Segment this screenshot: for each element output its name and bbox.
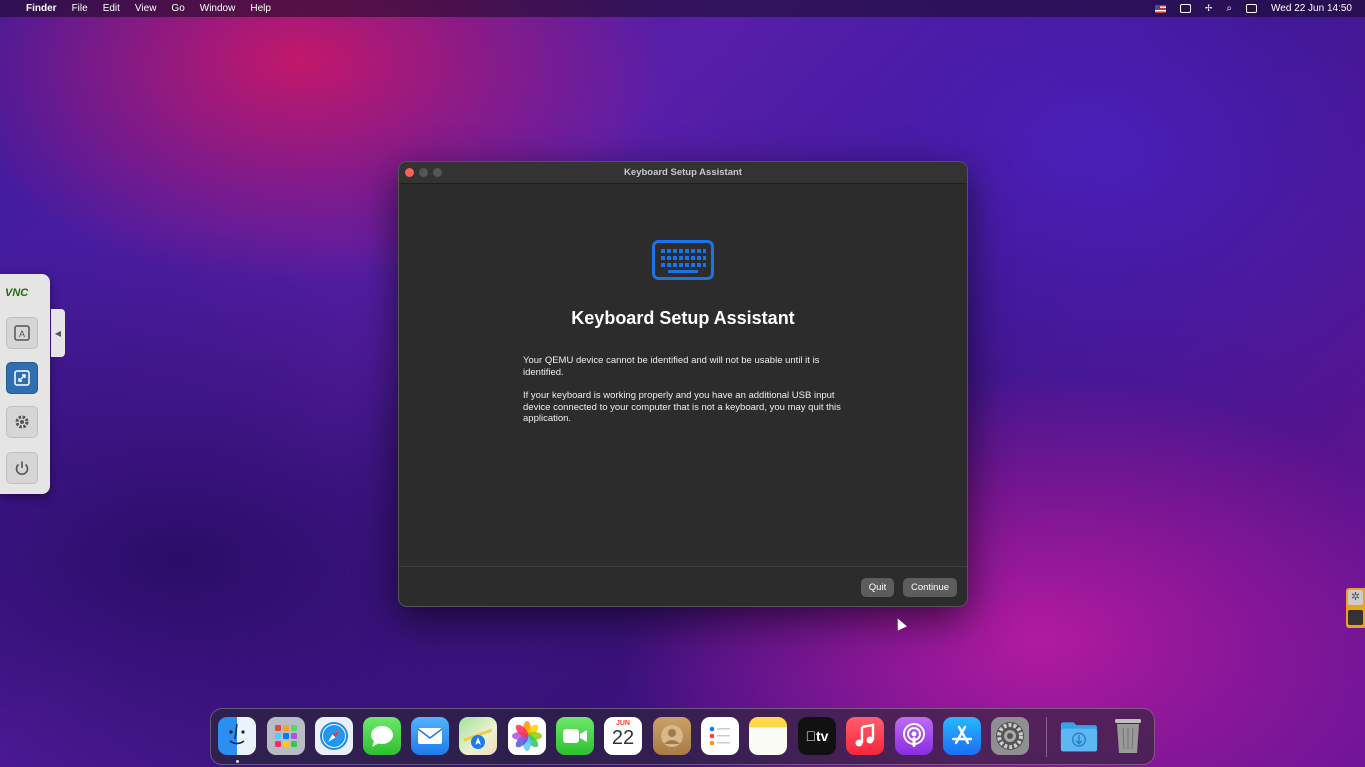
- vnc-logo: VNC: [5, 287, 28, 299]
- svg-text:A: A: [19, 329, 25, 339]
- control-center-icon[interactable]: [1246, 4, 1257, 13]
- maps-icon[interactable]: [459, 717, 497, 755]
- vnc-logo-text: VNC: [5, 287, 29, 299]
- message-paragraph-2: If your keyboard is working properly and…: [523, 390, 841, 424]
- menu-app-name[interactable]: Finder: [26, 3, 57, 14]
- menu-go[interactable]: Go: [171, 3, 184, 14]
- calendar-icon[interactable]: JUN 22: [604, 717, 642, 755]
- gear-icon[interactable]: ✲: [1348, 590, 1363, 605]
- gear-icon[interactable]: [6, 406, 38, 438]
- menu-clock[interactable]: Wed 22 Jun 14:50: [1271, 3, 1352, 14]
- calendar-month: JUN: [615, 720, 630, 727]
- vnc-side-panel: VNC A: [0, 274, 50, 494]
- menu-file[interactable]: File: [72, 3, 88, 14]
- system-preferences-icon[interactable]: [991, 717, 1029, 755]
- continue-button[interactable]: Continue: [903, 578, 957, 597]
- keyboard-a-icon[interactable]: A: [6, 317, 38, 349]
- dock-separator: [1046, 717, 1047, 757]
- facetime-icon[interactable]: [556, 717, 594, 755]
- launchpad-icon[interactable]: [267, 717, 305, 755]
- menu-edit[interactable]: Edit: [103, 3, 120, 14]
- downloads-folder-icon[interactable]: [1060, 717, 1098, 755]
- app-store-icon[interactable]: [943, 717, 981, 755]
- mouse-cursor-icon: [893, 616, 907, 631]
- photos-icon[interactable]: [508, 717, 546, 755]
- tv-label: : [806, 728, 817, 744]
- quit-button[interactable]: Quit: [861, 578, 894, 597]
- safari-icon[interactable]: [315, 717, 353, 755]
- keyboard-icon: [652, 240, 714, 280]
- keyboard-setup-window: Keyboard Setup Assistant Keyboard Setup …: [398, 161, 968, 607]
- apple-tv-icon[interactable]: tv: [798, 717, 836, 755]
- trash-icon[interactable]: [1109, 717, 1147, 755]
- mail-icon[interactable]: [411, 717, 449, 755]
- scale-icon[interactable]: [6, 362, 38, 394]
- search-icon[interactable]: ⌕: [1226, 3, 1232, 14]
- chevron-left-icon: ◀: [54, 328, 62, 338]
- finder-icon[interactable]: [218, 717, 256, 755]
- menu-window[interactable]: Window: [200, 3, 236, 14]
- edge-vnc-widget[interactable]: ✲: [1346, 588, 1365, 628]
- power-icon[interactable]: [6, 452, 38, 484]
- window-titlebar[interactable]: Keyboard Setup Assistant: [399, 162, 967, 184]
- menu-view[interactable]: View: [135, 3, 157, 14]
- notes-icon[interactable]: [749, 717, 787, 755]
- menu-help[interactable]: Help: [250, 3, 271, 14]
- monitor-icon[interactable]: [1348, 610, 1363, 625]
- input-source-flag-icon[interactable]: [1154, 4, 1166, 13]
- menu-bar: Finder File Edit View Go Window Help ✢ ⌕…: [0, 0, 1365, 17]
- music-icon[interactable]: [846, 717, 884, 755]
- contacts-icon[interactable]: [653, 717, 691, 755]
- reminders-icon[interactable]: [701, 717, 739, 755]
- tv-label-text: tv: [810, 728, 828, 744]
- wifi-icon[interactable]: ✢: [1205, 3, 1213, 14]
- messages-icon[interactable]: [363, 717, 401, 755]
- vnc-panel-collapse-tab[interactable]: ◀: [51, 309, 65, 357]
- dock: JUN 22 tv: [210, 708, 1155, 765]
- screen-mirroring-icon[interactable]: [1179, 4, 1191, 13]
- footer-divider: [399, 566, 967, 567]
- podcasts-icon[interactable]: [895, 717, 933, 755]
- window-heading: Keyboard Setup Assistant: [571, 308, 795, 328]
- calendar-day: 22: [611, 727, 635, 749]
- finder-running-indicator: [236, 760, 239, 763]
- message-paragraph-1: Your QEMU device cannot be identified an…: [523, 355, 820, 378]
- window-title: Keyboard Setup Assistant: [624, 167, 742, 178]
